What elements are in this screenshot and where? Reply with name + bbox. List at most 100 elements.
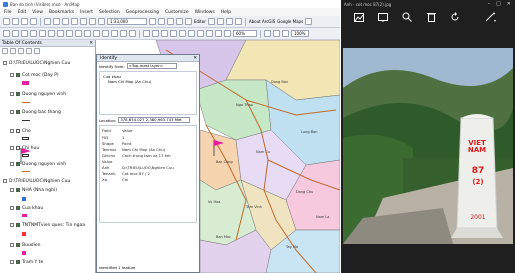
layout-zoom-field[interactable]: 60% bbox=[233, 30, 257, 37]
identify-from-select[interactable]: <Top-most layer> bbox=[126, 63, 177, 69]
arctoolbox-icon[interactable] bbox=[167, 18, 174, 25]
list-by-drawing-order-icon[interactable] bbox=[2, 48, 8, 54]
menu-geoprocessing[interactable]: Geoprocessing bbox=[126, 10, 159, 15]
straight-segment-icon[interactable] bbox=[225, 18, 233, 25]
pan-icon[interactable] bbox=[21, 30, 28, 37]
menu-selection[interactable]: Selection bbox=[99, 10, 120, 15]
layer-checkbox[interactable] bbox=[16, 223, 20, 227]
collapse-icon[interactable] bbox=[10, 92, 14, 96]
collapse-icon[interactable] bbox=[3, 61, 7, 65]
layout-pan-icon[interactable] bbox=[161, 30, 168, 37]
edit-tool-icon[interactable] bbox=[207, 18, 215, 25]
toc-layer[interactable]: Cot moc (Day P) bbox=[10, 71, 59, 79]
zoom-percent-field[interactable]: 100% bbox=[291, 30, 309, 37]
select-elements-icon[interactable] bbox=[93, 30, 100, 37]
layer-checkbox[interactable] bbox=[16, 92, 20, 96]
toc-folder[interactable]: D:\TRIEU\LUOC\Nghien Cuu bbox=[3, 59, 70, 67]
close-icon[interactable]: ✕ bbox=[193, 55, 197, 62]
back-extent-icon[interactable] bbox=[57, 30, 64, 37]
hyperlink-icon[interactable] bbox=[129, 30, 136, 37]
table-row[interactable]: Value bbox=[100, 159, 196, 164]
collapse-icon[interactable] bbox=[10, 162, 14, 166]
menu-edit[interactable]: Edit bbox=[18, 10, 27, 15]
collapse-icon[interactable] bbox=[10, 146, 14, 150]
fixed-zoom-in-icon[interactable] bbox=[39, 30, 46, 37]
toc-layer[interactable]: Tram Y te bbox=[10, 258, 43, 266]
toc-layer[interactable]: NHA (Nha nghi) bbox=[10, 186, 57, 194]
fixed-zoom-out-icon[interactable] bbox=[48, 30, 55, 37]
table-row[interactable]: Shape Point bbox=[100, 141, 196, 146]
clear-selection-icon[interactable] bbox=[84, 30, 91, 37]
close-icon[interactable]: ✕ bbox=[89, 40, 93, 47]
open-icon[interactable] bbox=[12, 18, 19, 25]
collapse-icon[interactable] bbox=[10, 206, 14, 210]
identify-window[interactable]: Identify ✕ Identify from: <Top-most laye… bbox=[96, 54, 200, 273]
delete-icon[interactable] bbox=[71, 18, 78, 25]
border-marker-flag-icon[interactable] bbox=[20, 148, 32, 164]
draw-text-icon[interactable] bbox=[264, 30, 271, 37]
table-row[interactable]: Xa Chi bbox=[100, 177, 196, 182]
zoom-in-icon[interactable] bbox=[3, 30, 10, 37]
change-layout-icon[interactable] bbox=[224, 30, 231, 37]
layout-zoom-out-icon[interactable] bbox=[152, 30, 159, 37]
measure-icon[interactable] bbox=[120, 30, 127, 37]
catalog-icon[interactable] bbox=[158, 18, 165, 25]
menu-customize[interactable]: Customize bbox=[165, 10, 189, 15]
zoom-whole-page-icon[interactable] bbox=[170, 30, 177, 37]
attributes-icon[interactable] bbox=[234, 18, 242, 25]
menu-windows[interactable]: Windows bbox=[195, 10, 215, 15]
menu-insert[interactable]: Insert bbox=[80, 10, 93, 15]
print-icon[interactable] bbox=[30, 18, 37, 25]
options-icon[interactable] bbox=[34, 48, 40, 54]
zoom-icon[interactable] bbox=[395, 11, 419, 23]
identify-results-tree[interactable]: Cua khau Nam Chi Mop (An Chu) bbox=[99, 71, 197, 115]
google-maps-menu[interactable]: Google Maps bbox=[277, 19, 303, 24]
layer-checkbox[interactable] bbox=[16, 260, 20, 264]
toc-layer[interactable]: Cho bbox=[10, 127, 31, 135]
draw-rectangle-icon[interactable] bbox=[273, 30, 280, 37]
toc-layer[interactable]: Duong bac thang bbox=[10, 108, 61, 116]
paste-icon[interactable] bbox=[62, 18, 69, 25]
collapse-icon[interactable] bbox=[10, 129, 14, 133]
select-features-icon[interactable] bbox=[75, 30, 82, 37]
toc-layer[interactable]: Cua khau bbox=[10, 204, 43, 212]
collapse-icon[interactable] bbox=[3, 179, 7, 183]
full-extent-icon[interactable] bbox=[30, 30, 37, 37]
undo-icon[interactable] bbox=[80, 18, 87, 25]
toc-layer[interactable]: Duong nguyen vinh bbox=[10, 160, 66, 168]
table-row[interactable]: FID 1 bbox=[100, 135, 196, 140]
collapse-icon[interactable] bbox=[10, 260, 14, 264]
maximize-icon[interactable]: □ bbox=[496, 1, 501, 7]
editor-menu[interactable]: Editor bbox=[194, 19, 206, 24]
collapse-icon[interactable] bbox=[10, 188, 14, 192]
toc-layer[interactable]: TNTNMTvien ques: Tin ngaa bbox=[10, 221, 85, 229]
editor-toolbar-icon[interactable] bbox=[149, 18, 156, 25]
menu-file[interactable]: File bbox=[4, 10, 12, 15]
menu-help[interactable]: Help bbox=[221, 10, 231, 15]
layer-checkbox[interactable] bbox=[16, 243, 20, 247]
table-row[interactable]: Tenmoc Nam Chi Mop (An Chu) bbox=[100, 147, 196, 152]
minimize-icon[interactable]: – bbox=[488, 1, 491, 7]
delete-icon[interactable] bbox=[419, 11, 443, 23]
border-marker-flag-icon[interactable] bbox=[213, 140, 225, 156]
focus-data-frame-icon[interactable] bbox=[215, 30, 222, 37]
toc-layer[interactable]: Buudien bbox=[10, 241, 41, 249]
tree-child[interactable]: Nam Chi Mop (An Chu) bbox=[108, 79, 151, 84]
slideshow-icon[interactable] bbox=[371, 11, 395, 23]
model-builder-icon[interactable] bbox=[185, 18, 192, 25]
layer-checkbox[interactable] bbox=[16, 73, 20, 77]
close-icon[interactable]: ✕ bbox=[507, 1, 511, 7]
layout-forward-icon[interactable] bbox=[197, 30, 204, 37]
list-by-source-icon[interactable] bbox=[10, 48, 16, 54]
copy-icon[interactable] bbox=[53, 18, 60, 25]
forward-extent-icon[interactable] bbox=[66, 30, 73, 37]
zoom-100-icon[interactable] bbox=[179, 30, 186, 37]
photo-gallery-icon[interactable] bbox=[347, 11, 371, 23]
toc-layer[interactable]: Duong nguyen vinh bbox=[10, 90, 66, 98]
edit-icon[interactable] bbox=[479, 11, 503, 23]
find-icon[interactable] bbox=[111, 30, 118, 37]
layer-checkbox[interactable] bbox=[16, 188, 20, 192]
table-row[interactable]: Anh D:\TRIEU\LUOC\Nghien Cuu bbox=[100, 165, 196, 170]
python-icon[interactable] bbox=[176, 18, 183, 25]
zoom-out-icon[interactable] bbox=[12, 30, 19, 37]
